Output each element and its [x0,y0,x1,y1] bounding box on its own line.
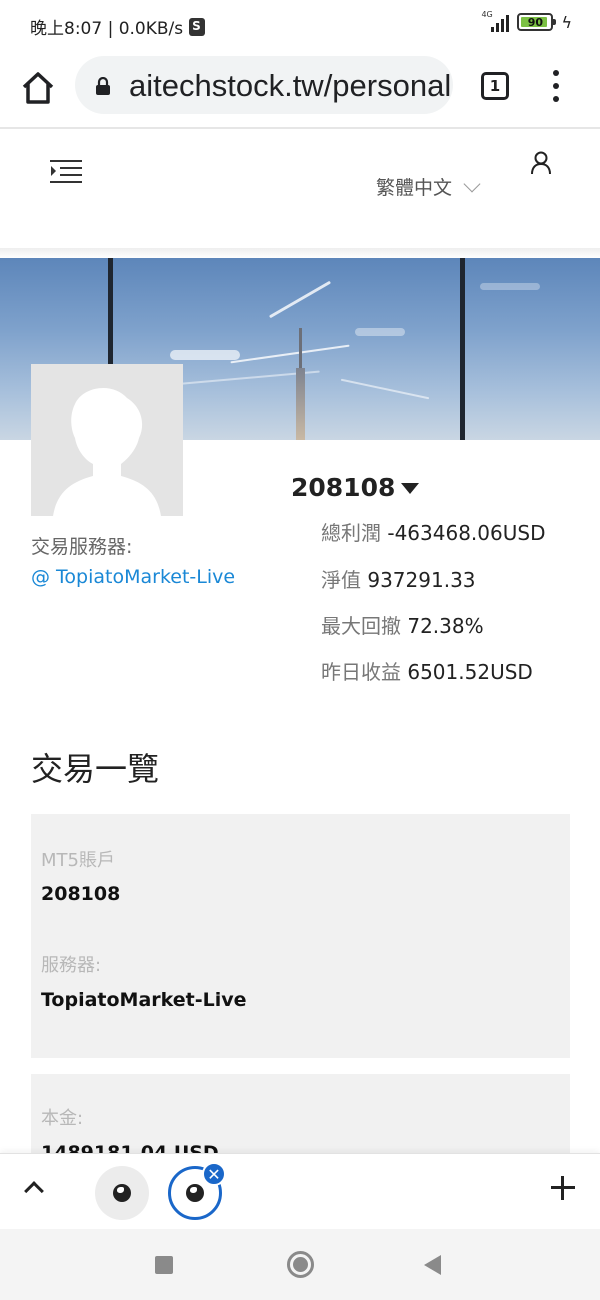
card-value: TopiatoMarket-Live [41,989,247,1011]
recents-icon[interactable] [155,1256,173,1274]
url-text[interactable]: aitechstock.tw/personal [129,68,451,104]
tab-switcher-button[interactable]: 1 [481,72,509,100]
battery-level: 90 [527,15,544,29]
account-card: MT5賬戶 208108 服務器: TopiatoMarket-Live [31,814,570,1058]
avatar-silhouette-icon [31,364,183,516]
stat-label: 淨值 [321,568,361,592]
shopping-bag-icon [189,17,206,36]
tab-strip: ✕ [0,1153,600,1229]
close-icon[interactable]: ✕ [202,1162,226,1186]
card-label: MT5賬戶 [41,850,115,871]
stat-value: -463468.06USD [387,521,546,545]
server-link[interactable]: @ TopiatoMarket-Live [31,566,235,588]
avatar [31,364,183,516]
charging-icon: ϟ [561,12,572,32]
stat-value: 937291.33 [367,568,476,592]
signal-icon: 4G [481,10,510,32]
card-value: 208108 [41,883,121,905]
hamburger-menu-icon[interactable] [50,159,82,185]
stat-label: 總利潤 [321,521,381,545]
close-glyph: ✕ [207,1164,221,1184]
server-label: 交易服務器: [31,536,133,558]
tab-thumbnail[interactable] [95,1166,149,1220]
status-time-speed: 晚上8:07 | 0.0KB/s [30,14,206,39]
globe-icon [113,1184,131,1202]
tab-count: 1 [489,77,501,95]
stat-total-profit: 總利潤 -463468.06USD [321,517,545,546]
stat-value: 72.38% [407,614,484,638]
chevron-up-icon[interactable] [24,1181,44,1201]
header-shadow [0,248,600,258]
status-bar: 晚上8:07 | 0.0KB/s 4G 90 ϟ [0,0,600,52]
stat-equity: 淨值 937291.33 [321,564,476,593]
language-label: 繁體中文 [376,177,453,199]
chevron-down-icon [463,175,481,192]
stat-label: 最大回撤 [321,614,401,638]
site-header: 繁體中文 [0,129,600,249]
stat-value: 6501.52USD [407,660,533,684]
network-type: 4G [481,10,493,19]
language-select[interactable]: 繁體中文 [376,173,481,200]
stat-max-drawdown: 最大回撤 72.38% [321,610,484,639]
address-bar[interactable]: aitechstock.tw/personal [75,56,453,114]
account-id-dropdown[interactable]: 208108 [291,473,420,502]
back-icon[interactable] [424,1255,441,1275]
status-time: 晚上8:07 | 0.0KB/s [30,19,184,39]
home-circle-icon[interactable] [287,1251,314,1278]
more-vert-icon[interactable] [548,70,564,104]
status-indicators: 4G 90 ϟ [481,10,572,32]
system-nav-bar [0,1229,600,1300]
card-label: 本金: [41,1108,84,1129]
section-title: 交易一覽 [31,750,160,788]
card-label: 服務器: [41,955,102,976]
stat-label: 昨日收益 [321,660,401,684]
browser-toolbar: aitechstock.tw/personal 1 [0,52,600,128]
user-icon[interactable] [530,151,552,175]
home-icon[interactable] [18,68,58,108]
stat-yesterday-income: 昨日收益 6501.52USD [321,656,533,685]
caret-down-icon [401,483,420,494]
account-id: 208108 [291,473,396,502]
plus-icon[interactable] [549,1174,577,1202]
lock-icon [96,77,110,95]
battery-icon: 90 [517,13,557,31]
globe-icon [186,1184,204,1202]
principal-card: 本金: 1489181.04 USD [31,1074,570,1164]
